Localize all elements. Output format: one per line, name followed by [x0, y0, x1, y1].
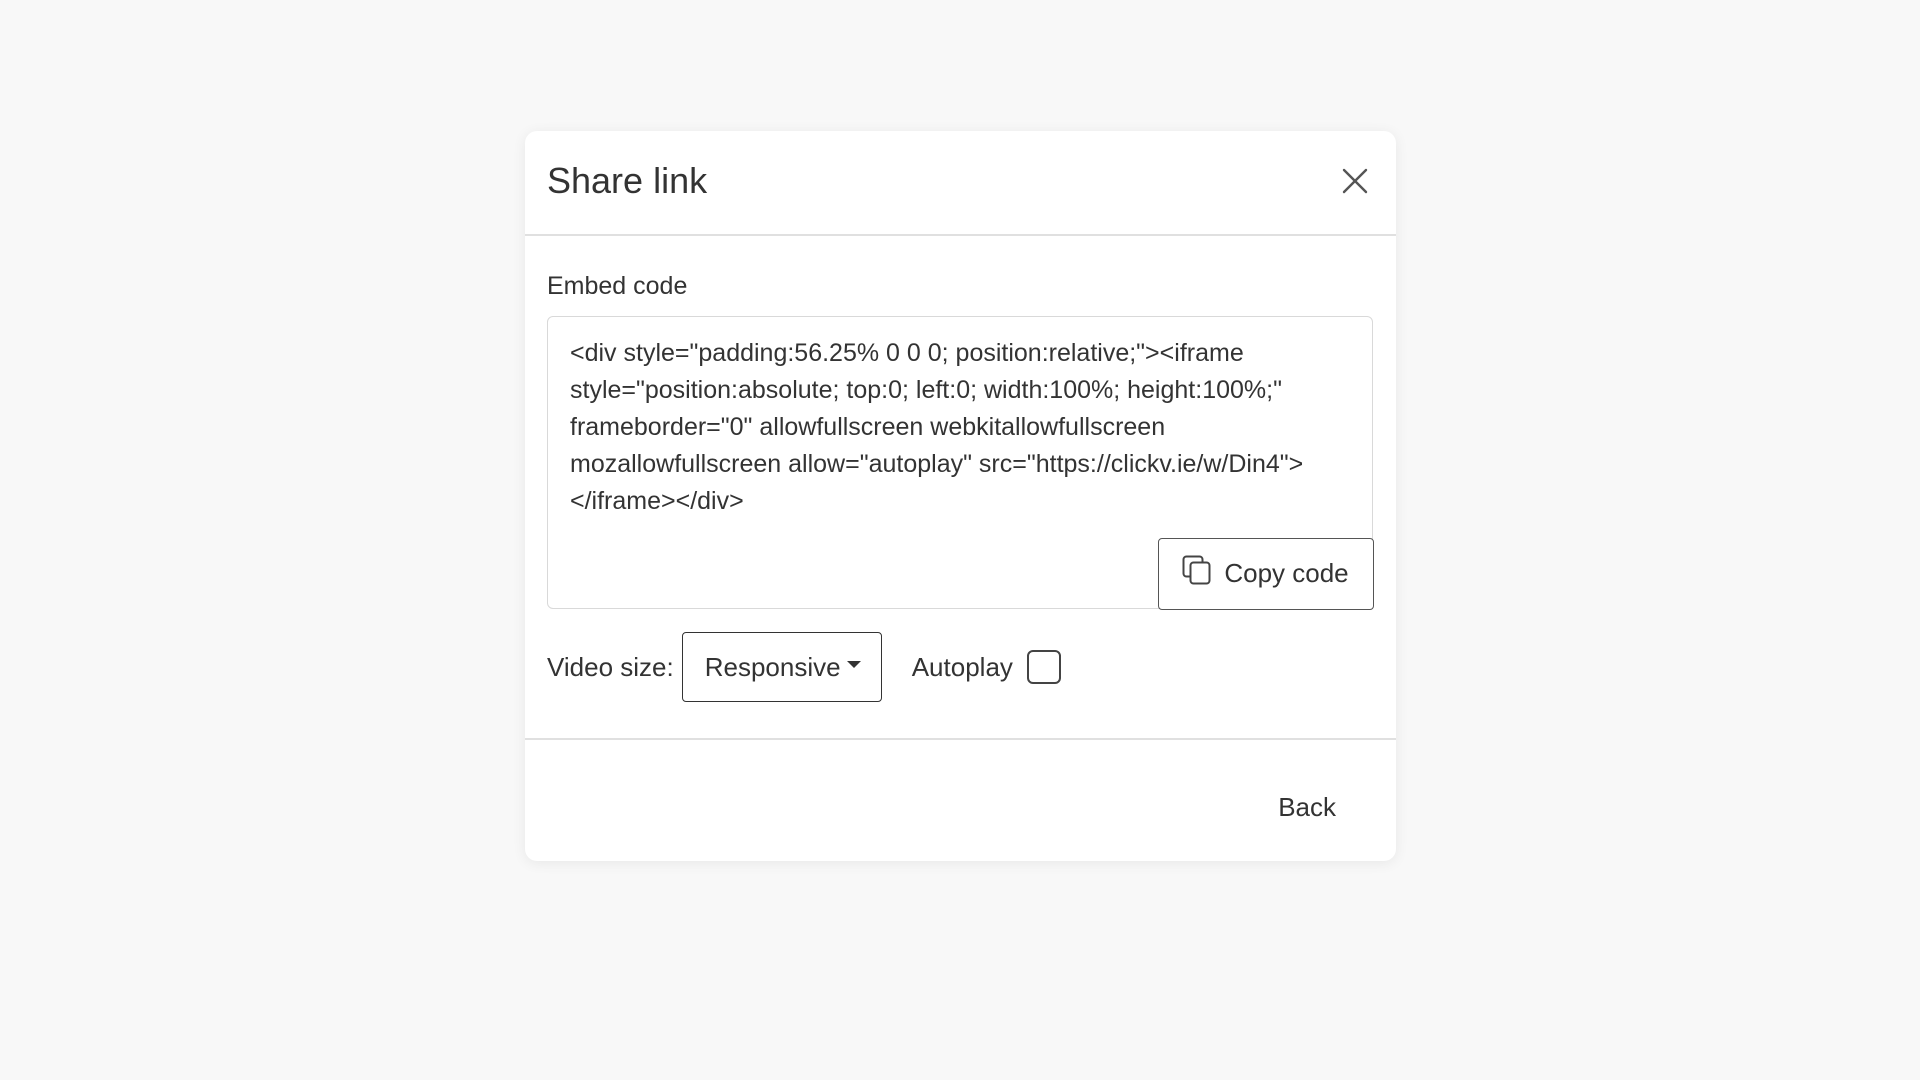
embed-code-text: <div style="padding:56.25% 0 0 0; positi… [570, 339, 1304, 515]
footer-divider [525, 738, 1396, 740]
autoplay-checkbox[interactable] [1026, 650, 1061, 684]
copy-code-button[interactable]: Copy code [1157, 537, 1374, 610]
embed-code-label: Embed code [547, 272, 688, 300]
copy-code-label: Copy code [1224, 558, 1349, 588]
share-link-dialog: Share link Embed code <div style="paddin… [525, 131, 1396, 861]
video-size-label: Video size: [547, 651, 674, 682]
autoplay-label: Autoplay [911, 651, 1013, 682]
copy-icon [1182, 555, 1212, 592]
dialog-header: Share link [525, 131, 1396, 236]
dialog-title: Share link [547, 160, 708, 201]
video-size-value: Responsive [704, 651, 841, 682]
dialog-body: Embed code <div style="padding:56.25% 0 … [525, 236, 1396, 870]
caret-down-icon [846, 660, 861, 668]
close-button[interactable] [1334, 161, 1376, 203]
embed-options-row: Video size: Responsive Autoplay [547, 632, 1061, 702]
back-button[interactable]: Back [1258, 782, 1356, 833]
video-size-dropdown[interactable]: Responsive [681, 632, 882, 702]
close-icon [1342, 168, 1368, 197]
embed-code-textarea[interactable]: <div style="padding:56.25% 0 0 0; positi… [547, 316, 1374, 610]
